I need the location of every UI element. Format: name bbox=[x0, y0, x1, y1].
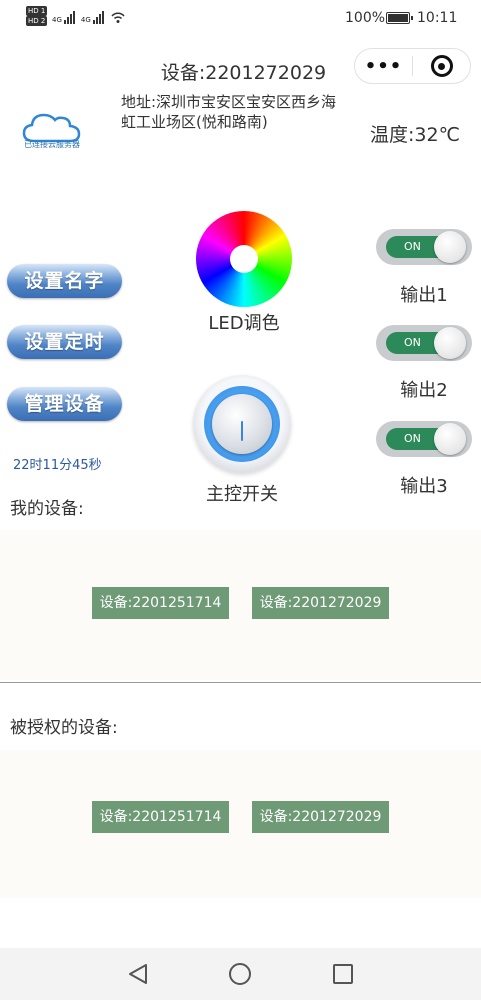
knob-indicator bbox=[241, 421, 243, 441]
device-address: 地址:深圳市宝安区宝安区西乡海虹工业场区(悦和路南) bbox=[121, 93, 337, 131]
main-switch-label: 主控开关 bbox=[206, 484, 278, 505]
battery-icon bbox=[386, 12, 413, 24]
led-color-label: LED调色 bbox=[208, 313, 280, 334]
wifi-icon bbox=[111, 12, 125, 23]
my-devices-title: 我的设备: bbox=[10, 499, 84, 519]
set-timer-button[interactable]: 设置定时 bbox=[7, 325, 122, 359]
output-1-label: 输出1 bbox=[400, 285, 448, 306]
toggle-thumb bbox=[434, 423, 466, 455]
output-3-label: 输出3 bbox=[400, 476, 448, 497]
main-switch-knob[interactable] bbox=[193, 375, 291, 473]
my-device-button[interactable]: 设备:2201251714 bbox=[92, 587, 229, 619]
page-title: 设备:2201272029 bbox=[160, 62, 327, 84]
section-divider bbox=[0, 682, 481, 683]
signal-icon: 4G 4G bbox=[52, 8, 126, 24]
cloud-status: 已连接云服务器 bbox=[24, 140, 80, 149]
home-circle-icon[interactable] bbox=[229, 963, 251, 985]
battery-percent: 100% bbox=[345, 10, 386, 26]
color-wheel[interactable] bbox=[196, 211, 292, 307]
authorized-device-button[interactable]: 设备:2201251714 bbox=[92, 801, 229, 833]
recent-apps-icon[interactable] bbox=[333, 964, 353, 984]
output-1-toggle[interactable]: ON bbox=[376, 229, 472, 265]
clock: 10:11 bbox=[417, 10, 458, 26]
toggle-thumb bbox=[434, 327, 466, 359]
timer-readout: 22时11分45秒 bbox=[13, 458, 102, 473]
output-2-toggle[interactable]: ON bbox=[376, 325, 472, 361]
set-name-button[interactable]: 设置名字 bbox=[7, 264, 122, 298]
my-devices-panel bbox=[0, 530, 481, 680]
output-2-label: 输出2 bbox=[400, 380, 448, 401]
authorized-devices-title: 被授权的设备: bbox=[10, 718, 118, 738]
output-3-toggle[interactable]: ON bbox=[376, 421, 472, 457]
temperature-readout: 温度:32℃ bbox=[370, 124, 460, 146]
sim-indicator: HD 1 HD 2 bbox=[26, 6, 48, 26]
manage-devices-button[interactable]: 管理设备 bbox=[7, 387, 122, 421]
toggle-thumb bbox=[434, 231, 466, 263]
authorized-devices-panel bbox=[0, 750, 481, 898]
my-device-button[interactable]: 设备:2201272029 bbox=[252, 587, 389, 619]
back-triangle-icon[interactable] bbox=[127, 962, 149, 986]
authorized-device-button[interactable]: 设备:2201272029 bbox=[252, 801, 389, 833]
